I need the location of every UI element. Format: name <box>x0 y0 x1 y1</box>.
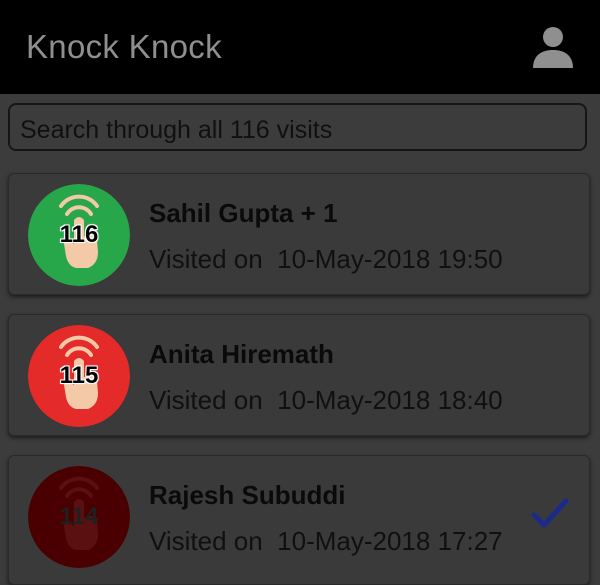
visit-timestamp: Visited on 10-May-2018 17:27 <box>149 526 503 556</box>
visit-timestamp: Visited on 10-May-2018 19:50 <box>149 244 503 274</box>
app-bar: Knock Knock <box>0 0 600 94</box>
check-icon <box>531 498 569 528</box>
visitor-name: Rajesh Subuddi <box>149 480 346 510</box>
visitor-name: Anita Hiremath <box>149 339 334 369</box>
visit-badge: 116 <box>28 184 130 286</box>
visit-count: 115 <box>59 362 99 389</box>
visit-card[interactable]: 116 Sahil Gupta + 1 Visited on 10-May-20… <box>8 173 590 295</box>
visit-count: 116 <box>59 221 99 248</box>
visit-badge: 115 <box>28 325 130 427</box>
visit-badge: 114 <box>28 466 130 568</box>
visit-timestamp: Visited on 10-May-2018 18:40 <box>149 385 503 415</box>
app-title: Knock Knock <box>26 28 222 65</box>
visit-card[interactable]: 114 Rajesh Subuddi Visited on 10-May-201… <box>8 455 590 585</box>
visit-card[interactable]: 115 Anita Hiremath Visited on 10-May-201… <box>8 314 590 436</box>
account-icon[interactable] <box>532 26 574 68</box>
search-input[interactable]: Search through all 116 visits <box>8 103 587 151</box>
visit-count: 114 <box>59 503 99 530</box>
search-placeholder: Search through all 116 visits <box>20 116 333 144</box>
visitor-name: Sahil Gupta + 1 <box>149 198 338 228</box>
